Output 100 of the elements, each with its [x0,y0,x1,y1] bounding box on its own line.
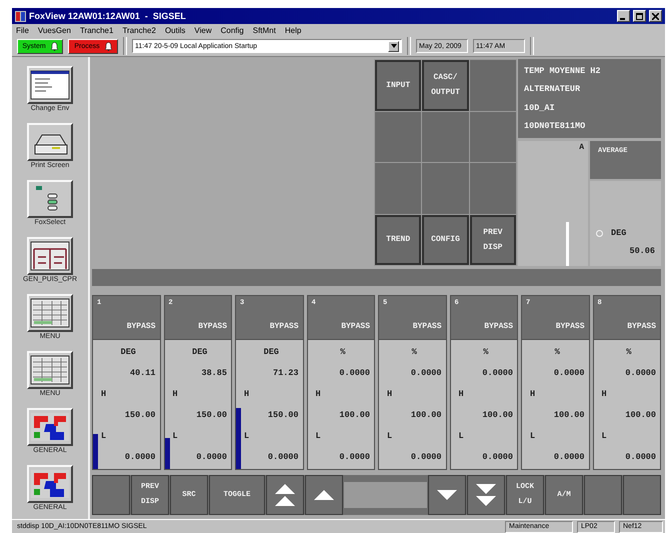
unit-text: % [340,347,346,358]
menu-thumbnail-icon [30,298,70,328]
high-limit-label: H [172,389,178,400]
window-title: FoxView 12AW01:12AW01 - SIGSEL [29,11,186,21]
value-text: 50.06 [628,246,655,256]
display-button[interactable] [27,180,73,218]
menu-item[interactable]: SftMnt [252,26,276,34]
menu-item[interactable]: Outils [164,26,186,34]
equipment-text: ALTERNATEUR [524,84,582,94]
low-limit-label: L [172,430,178,441]
low-limit-value: 0.0000 [625,452,656,462]
down-arrow-icon [436,487,458,503]
low-limit-value: 0.0000 [410,452,442,462]
low-limit-label: L [244,430,250,441]
unit-text: % [554,347,560,358]
keypad-button[interactable]: CONFIG [422,214,469,265]
display-button[interactable] [27,66,73,104]
double-down-arrow-icon [475,483,497,507]
keypad-button[interactable]: PREV DISP [470,214,516,265]
display-button[interactable] [27,350,73,388]
low-limit-label: L [602,430,607,441]
unit-text: DEG [120,347,136,358]
high-limit-value: 100.00 [482,410,513,420]
high-limit-value: 150.00 [124,410,156,420]
block-name-text: 10D_AI [524,102,556,113]
mode-text: BYPASS [198,322,227,331]
mode-text: BYPASS [627,322,656,331]
low-limit-label: L [316,430,321,441]
menu-item[interactable]: Help [284,26,302,34]
display-button[interactable] [27,408,73,446]
bell-icon [104,42,112,50]
menu-item[interactable]: File [16,26,29,34]
maximize-button[interactable] [633,10,646,22]
menu-item[interactable]: Tranche1 [80,26,114,34]
menu-item[interactable]: View [194,26,212,34]
display-button[interactable] [27,464,73,502]
high-limit-value: 100.00 [339,410,370,420]
keypad-button[interactable]: CASC/ OUTPUT [422,60,469,110]
circle-icon [596,230,603,236]
value-text: 71.23 [272,368,298,378]
value-text: 0.0000 [482,368,513,378]
value-text: 0.0000 [410,368,442,378]
unit-text: % [626,347,632,358]
high-limit-value: 100.00 [554,410,584,420]
map-thumbnail-icon [30,412,70,442]
mode-text: BYPASS [270,322,298,331]
high-limit-label: H [101,389,106,400]
high-limit-label: H [530,389,536,400]
high-limit-value: 100.00 [625,410,656,420]
menu-thumbnail-icon [30,354,70,384]
mode-text: BYPASS [556,322,584,331]
ramp-button[interactable] [305,475,343,515]
ramp-button[interactable] [428,475,466,515]
unit-text: % [483,347,488,358]
close-button[interactable] [649,10,662,22]
low-limit-label: L [458,430,464,441]
display-button[interactable] [27,294,73,332]
mode-text: BYPASS [412,322,442,331]
keypad-button[interactable]: INPUT [375,60,422,110]
unit-text: DEG [264,347,279,358]
high-limit-label: H [316,389,321,400]
ramp-button[interactable] [266,475,304,515]
value-text: 0.0000 [339,368,370,378]
high-limit-label: H [387,389,392,400]
double-up-arrow-icon [274,483,296,507]
bell-icon [50,42,58,50]
value-text: 40.11 [130,368,156,378]
low-limit-value: 0.0000 [554,452,584,462]
menu-item[interactable]: Tranche2 [122,26,156,34]
low-limit-value: 0.0000 [124,452,156,462]
description-text: TEMP MOYENNE H2 [524,66,602,76]
menu-item[interactable]: Config [220,26,244,34]
display-button[interactable] [27,236,73,274]
minimize-button[interactable] [617,10,630,22]
high-limit-label: H [602,389,607,400]
low-limit-label: L [530,430,536,441]
maximize-icon [636,12,643,20]
low-limit-value: 0.0000 [339,452,370,462]
ramp-button[interactable] [467,475,505,515]
low-limit-label: L [101,430,106,441]
mode-text: BYPASS [126,322,156,331]
tag-name-text: 10DN0TE811MO [524,120,586,131]
high-limit-value: 150.00 [268,410,298,420]
app-icon [15,10,26,22]
close-icon [652,12,659,20]
high-limit-value: 150.00 [196,410,227,420]
unit-text: DEG [192,347,208,358]
mode-text: BYPASS [341,322,370,331]
keypad-button[interactable]: TREND [375,214,422,265]
mode-text: BYPASS [484,322,513,331]
schematic-thumbnail-icon [30,240,70,270]
display-button[interactable] [27,122,73,160]
unit-text: DEG [611,228,626,238]
up-arrow-icon [313,487,335,503]
low-limit-value: 0.0000 [268,452,298,462]
scale-label: A [579,143,584,153]
caret-icon [390,44,396,48]
menu-item[interactable]: VuesGen [38,26,71,34]
high-limit-label: H [244,389,250,400]
value-text: 0.0000 [554,368,584,378]
